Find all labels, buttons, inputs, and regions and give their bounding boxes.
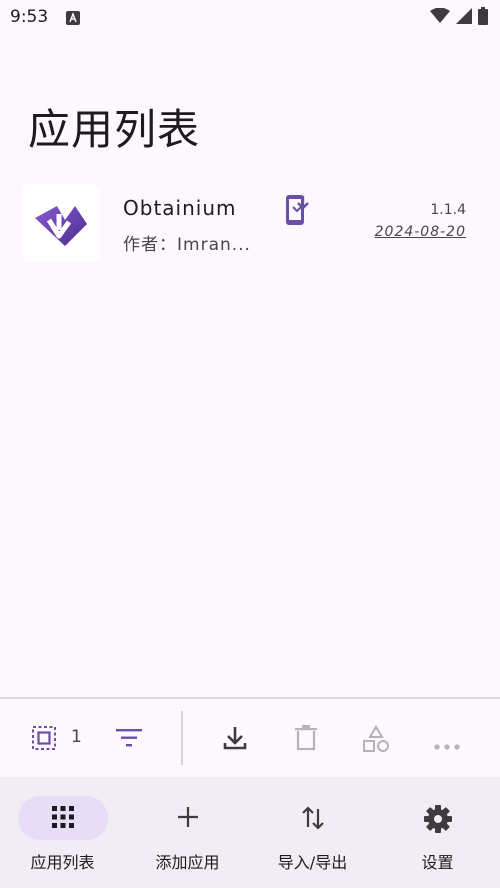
wifi-icon	[430, 7, 450, 28]
apps-grid-icon	[51, 805, 75, 833]
page-title: 应用列表	[28, 105, 201, 154]
obtainium-logo-icon	[35, 206, 87, 246]
status-icons	[430, 7, 488, 29]
nav-item-app-list[interactable]: 应用列表	[0, 777, 125, 888]
nav-item-settings[interactable]: 设置	[375, 777, 500, 888]
categories-icon[interactable]	[362, 725, 390, 757]
a-notification-icon	[66, 10, 80, 29]
app-release-date: 2024-08-20	[374, 224, 466, 240]
selection-toolbar: 1	[0, 699, 500, 777]
select-all-icon[interactable]	[31, 725, 57, 755]
nav-label: 设置	[421, 853, 454, 872]
app-logo	[22, 184, 100, 262]
install-update-icon[interactable]	[284, 194, 310, 230]
app-version: 1.1.4	[430, 202, 466, 218]
more-icon[interactable]	[434, 735, 460, 754]
selected-count: 1	[71, 727, 82, 747]
cell-signal-icon	[456, 8, 472, 28]
app-list-item[interactable]: Obtainium 作者：Imran... 1.1.4 2024-08-20	[0, 178, 500, 264]
nav-label: 添加应用	[155, 853, 220, 872]
download-icon[interactable]	[223, 725, 247, 755]
nav-label: 应用列表	[30, 853, 95, 872]
import-export-icon	[301, 805, 325, 835]
nav-item-import-export[interactable]: 导入/导出	[250, 777, 375, 888]
app-author: 作者：Imran...	[123, 235, 251, 255]
app-name: Obtainium	[123, 196, 237, 220]
nav-label: 导入/导出	[277, 853, 348, 872]
status-bar: 9:53	[0, 0, 500, 34]
status-time: 9:53	[10, 7, 49, 27]
toolbar-vertical-divider	[181, 711, 183, 765]
gear-icon	[423, 805, 452, 837]
battery-icon	[478, 7, 488, 29]
bottom-navigation: 应用列表 添加应用 导入/导出 设置	[0, 777, 500, 888]
nav-item-add-app[interactable]: 添加应用	[125, 777, 250, 888]
delete-icon[interactable]	[295, 725, 317, 755]
filter-icon[interactable]	[116, 728, 142, 752]
plus-icon	[176, 805, 200, 833]
